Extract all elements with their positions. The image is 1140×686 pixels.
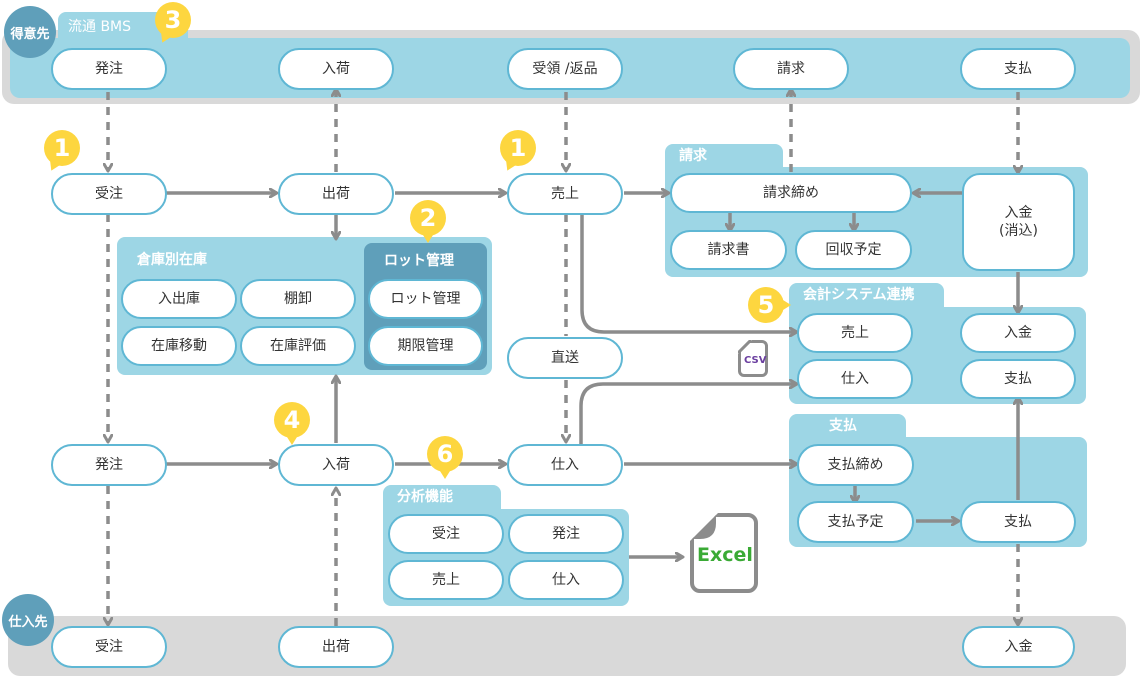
invoice-node[interactable]: 請求書 (670, 230, 787, 270)
excel-label: Excel (697, 544, 753, 566)
badge-3-bms: 3 (155, 2, 191, 38)
billing-closing-node[interactable]: 請求締め (670, 173, 912, 213)
receiving-node[interactable]: 入荷 (278, 444, 394, 486)
accounting-deposit-node[interactable]: 入金 (960, 313, 1076, 353)
accounting-payment-node[interactable]: 支払 (960, 359, 1076, 399)
csv-file-icon: CSV (738, 340, 768, 377)
supplier-deposit-node[interactable]: 入金 (962, 626, 1075, 668)
customer-receipt-return-node[interactable]: 受領 /返品 (507, 48, 623, 90)
shipping-node[interactable]: 出荷 (278, 173, 394, 215)
lot-management-node[interactable]: ロット管理 (368, 279, 483, 319)
csv-label: CSV (744, 355, 767, 366)
payment-node[interactable]: 支払 (960, 501, 1076, 543)
accounting-sales-node[interactable]: 売上 (797, 313, 913, 353)
payment-closing-node[interactable]: 支払締め (797, 444, 914, 486)
customer-receiving-node[interactable]: 入荷 (278, 48, 394, 90)
badge-6-analysis: 6 (427, 436, 463, 479)
collection-plan-node[interactable]: 回収予定 (795, 230, 912, 270)
inventory-inout-node[interactable]: 入出庫 (121, 279, 237, 319)
badge-1-sales: 1 (500, 130, 536, 166)
analysis-po-node[interactable]: 発注 (508, 514, 624, 554)
analysis-order-node[interactable]: 受注 (388, 514, 504, 554)
accounting-purchase-node[interactable]: 仕入 (797, 359, 913, 399)
customer-order-node[interactable]: 発注 (51, 48, 167, 90)
sales-node[interactable]: 売上 (507, 173, 623, 215)
supplier-shipping-node[interactable]: 出荷 (278, 626, 394, 668)
badge-1-order: 1 (44, 130, 80, 166)
purchase-node[interactable]: 仕入 (507, 444, 623, 486)
payment-schedule-node[interactable]: 支払予定 (797, 501, 914, 543)
arrow-purchase-to-accounting (579, 384, 796, 444)
excel-file-icon: Excel (690, 513, 758, 593)
customer-payment-node[interactable]: 支払 (960, 48, 1076, 90)
customer-billing-node[interactable]: 請求 (733, 48, 849, 90)
analysis-sales-node[interactable]: 売上 (388, 560, 504, 600)
direct-ship-node[interactable]: 直送 (507, 337, 623, 379)
badge-2-lot: 2 (410, 200, 446, 243)
excel-fold-icon (690, 513, 718, 541)
expiry-management-node[interactable]: 期限管理 (368, 326, 483, 366)
inventory-stocktake-node[interactable]: 棚卸 (240, 279, 356, 319)
badge-4-receiving: 4 (274, 402, 310, 445)
order-received-node[interactable]: 受注 (51, 173, 167, 215)
supplier-order-node[interactable]: 受注 (51, 626, 167, 668)
csv-fold-icon (738, 340, 752, 354)
inventory-valuation-node[interactable]: 在庫評価 (240, 326, 356, 366)
analysis-purchase-node[interactable]: 仕入 (508, 560, 624, 600)
badge-5-accounting: 5 (748, 287, 791, 323)
purchase-order-node[interactable]: 発注 (51, 444, 167, 486)
inventory-transfer-node[interactable]: 在庫移動 (121, 326, 237, 366)
payment-received-node[interactable]: 入金 (消込) (962, 173, 1075, 271)
